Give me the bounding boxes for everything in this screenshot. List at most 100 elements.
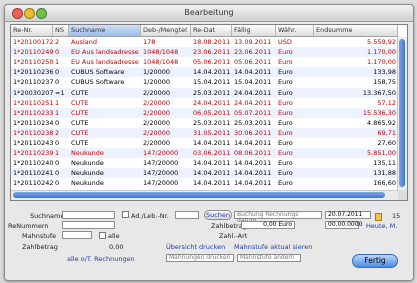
table-row[interactable]: 1*20110249 0 EU Aus landsadresse 1048/1048 2… <box>11 47 398 58</box>
cell-redat: 03.06.2011 <box>193 149 231 158</box>
table-row[interactable]: 1*20110238 2 CUTE 2/20000 31.05.2011 30.06.20… <box>11 127 398 138</box>
cell-ns: 1 <box>55 98 60 107</box>
cell-suchname: Neukunde <box>71 179 104 188</box>
table-header: Re-Nr. NS Suchname Deb-/Mengtel Re-Dat Fällig… <box>11 25 398 37</box>
suchname-input[interactable] <box>62 211 115 219</box>
cell-waehr: Euro <box>278 128 293 137</box>
cell-redat: 23.06.2011 <box>193 48 231 57</box>
alle-checkbox[interactable] <box>99 232 106 239</box>
zahlart-label: Zahl.-Art <box>219 232 248 240</box>
cell-waehr: Euro <box>278 179 293 188</box>
column-header-deb[interactable]: Deb-/Mengtel <box>141 25 191 36</box>
mahnungen-drucken-input[interactable]: Mahnungen drucken <box>166 254 234 262</box>
mahnstufe-input[interactable] <box>62 231 92 239</box>
cell-endsumme: 27,60 <box>377 139 396 147</box>
zahlbetrag2-value: 0,00 <box>109 243 124 251</box>
cell-ns: 2 <box>55 38 60 46</box>
cell-deb: 147/20000 <box>143 179 179 188</box>
cell-renr: 1*20110236 <box>13 68 53 77</box>
cell-waehr: Euro <box>278 58 293 67</box>
mahnstufe-aendern-input[interactable]: Mahnstufe ändern <box>237 254 301 262</box>
fertig-button[interactable]: Fertig <box>352 254 398 268</box>
cell-suchname: CUBUS Software <box>71 68 125 77</box>
renummer-input[interactable] <box>62 221 115 229</box>
cell-deb: 1/20000 <box>143 68 171 77</box>
alle-label: alle <box>108 232 120 240</box>
table-row[interactable]: 1*20110234 0 CUTE 2/20000 25.03.2011 25.03.20… <box>11 118 398 128</box>
suchen-button[interactable]: Suchen <box>204 210 232 220</box>
column-header-waehr[interactable]: Währ. <box>276 25 314 36</box>
cell-ns: 1 <box>55 108 60 117</box>
cell-endsumme: 131,88 <box>373 169 396 178</box>
cell-ns: 1 <box>55 149 60 158</box>
cell-suchname: CUTE <box>71 108 89 117</box>
cell-suchname: Neukunde <box>71 169 104 178</box>
cell-faellig: 15.04.2011 <box>234 78 272 87</box>
table-row[interactable]: 1*20100172 2 Ausland 178 18.08.2011 13.09.201… <box>11 37 398 47</box>
main-window: Bearbeitung Re-Nr. NS Suchname Deb-/Mengtel… <box>4 4 414 281</box>
horizontal-scrollbar[interactable] <box>11 190 398 200</box>
cell-suchname: CUTE <box>71 88 89 97</box>
table-row[interactable]: 1*20110241 0 Neukunde 147/20000 14.04.2011 14… <box>11 168 398 179</box>
cell-deb: 2/20000 <box>143 118 171 127</box>
column-header-endsumme[interactable]: Endsumme <box>314 25 398 36</box>
cell-faellig: 08.06.2011 <box>234 149 272 158</box>
cell-waehr: Euro <box>278 88 293 97</box>
cell-suchname: CUBUS Software <box>71 78 125 87</box>
cell-ns: 0 <box>55 179 60 188</box>
cell-renr: 1*20110251 <box>13 98 53 107</box>
column-header-renr[interactable]: Re-Nr. <box>11 25 53 36</box>
cell-redat: 24.04.2011 <box>193 98 231 107</box>
adleb-input[interactable] <box>175 211 199 219</box>
table-row[interactable]: 1*20110240 0 Neukunde 147/20000 14.04.2011 14… <box>11 158 398 168</box>
buchung-input[interactable]: Buchung Rechnungs datum <box>234 211 322 224</box>
table-row[interactable]: 1*20110242 0 Neukunde 147/20000 14.04.2011 14… <box>11 178 398 188</box>
cell-waehr: Euro <box>278 98 293 107</box>
cell-deb: 178 <box>143 38 156 46</box>
cell-ns: 1 <box>55 58 60 67</box>
cell-redat: 05.06.2011 <box>193 58 231 67</box>
column-header-redat[interactable]: Re-Dat <box>191 25 232 36</box>
cell-renr: 1*20110240 <box>13 159 53 168</box>
column-header-ns[interactable]: NS <box>53 25 69 36</box>
cell-redat: 31.05.2011 <box>193 128 231 137</box>
adleb-checkbox[interactable] <box>122 211 129 218</box>
cell-endsumme: 13.367,50 <box>362 88 396 97</box>
horizontal-scroll-thumb[interactable] <box>13 192 385 198</box>
cell-renr: 1*20110233 <box>13 108 53 117</box>
cell-waehr: Euro <box>278 68 293 77</box>
table-row[interactable]: 1*20110237 0 CUBUS Software 1/20000 15.04.20… <box>11 77 398 87</box>
cell-faellig: 14.04.2011 <box>234 139 272 147</box>
vertical-scrollbar[interactable] <box>397 37 407 190</box>
table-row[interactable]: 1*20110239 1 Neukunde 147/20000 03.06.2011 08… <box>11 148 398 159</box>
cell-endsumme: 57,12 <box>377 98 396 107</box>
table-row[interactable]: 1*20110243 0 CUTE 2/20000 14.04.2011 14.04.20… <box>11 138 398 148</box>
column-header-suchname[interactable]: Suchname <box>69 25 141 36</box>
mahnstufe-aktualisieren-link[interactable]: Mahnstufe aktual sieren <box>234 243 312 251</box>
heute-date-input[interactable]: 00.00.0000 <box>325 221 362 229</box>
cell-waehr: Euro <box>278 48 293 57</box>
heute-link[interactable]: Heute, M. <box>366 222 397 230</box>
vertical-scroll-thumb[interactable] <box>399 39 405 187</box>
cell-renr: 1*20110242 <box>13 179 53 188</box>
calendar-icon[interactable] <box>375 213 382 221</box>
cell-endsumme: 5.559,92 <box>367 38 396 46</box>
zahlbetrag-input[interactable]: 0,00 Euro <box>241 221 295 229</box>
cell-waehr: USD <box>278 38 292 46</box>
column-header-faellig[interactable]: Fällig <box>232 25 276 36</box>
cell-faellig: 30.06.2011 <box>234 128 272 137</box>
date-input[interactable]: 20.07.2011 <box>325 211 371 219</box>
cell-endsumme: 158,75 <box>373 78 396 87</box>
table-row[interactable]: 1*20110251 1 CUTE 2/20000 24.04.2011 24.04.20… <box>11 98 398 108</box>
table-row[interactable]: 1*20110236 0 CUBUS Software 1/20000 14.04.20… <box>11 67 398 78</box>
table-row[interactable]: 1*20110233 1 CUTE 2/20000 06.05.2011 05.07.20… <box>11 107 398 118</box>
table-row[interactable]: 1*20110250 1 EU Aus landsadresse 1048/1048 0… <box>11 57 398 67</box>
cell-renr: 1*20110238 <box>13 128 53 137</box>
uebersicht-drucken-link[interactable]: Übersicht drucken <box>166 243 225 251</box>
table-row[interactable]: 1*20030207 =1 CUTE 2/20000 25.03.2011 24.04.2… <box>11 87 398 98</box>
alle-rechnungen-link[interactable]: alle o/T. Rechnungen <box>67 255 135 263</box>
cell-endsumme: 166,60 <box>373 179 396 188</box>
cell-deb: 147/20000 <box>143 169 179 178</box>
cell-endsumme: 69,71 <box>377 128 396 137</box>
page-number: 15 <box>392 212 401 220</box>
